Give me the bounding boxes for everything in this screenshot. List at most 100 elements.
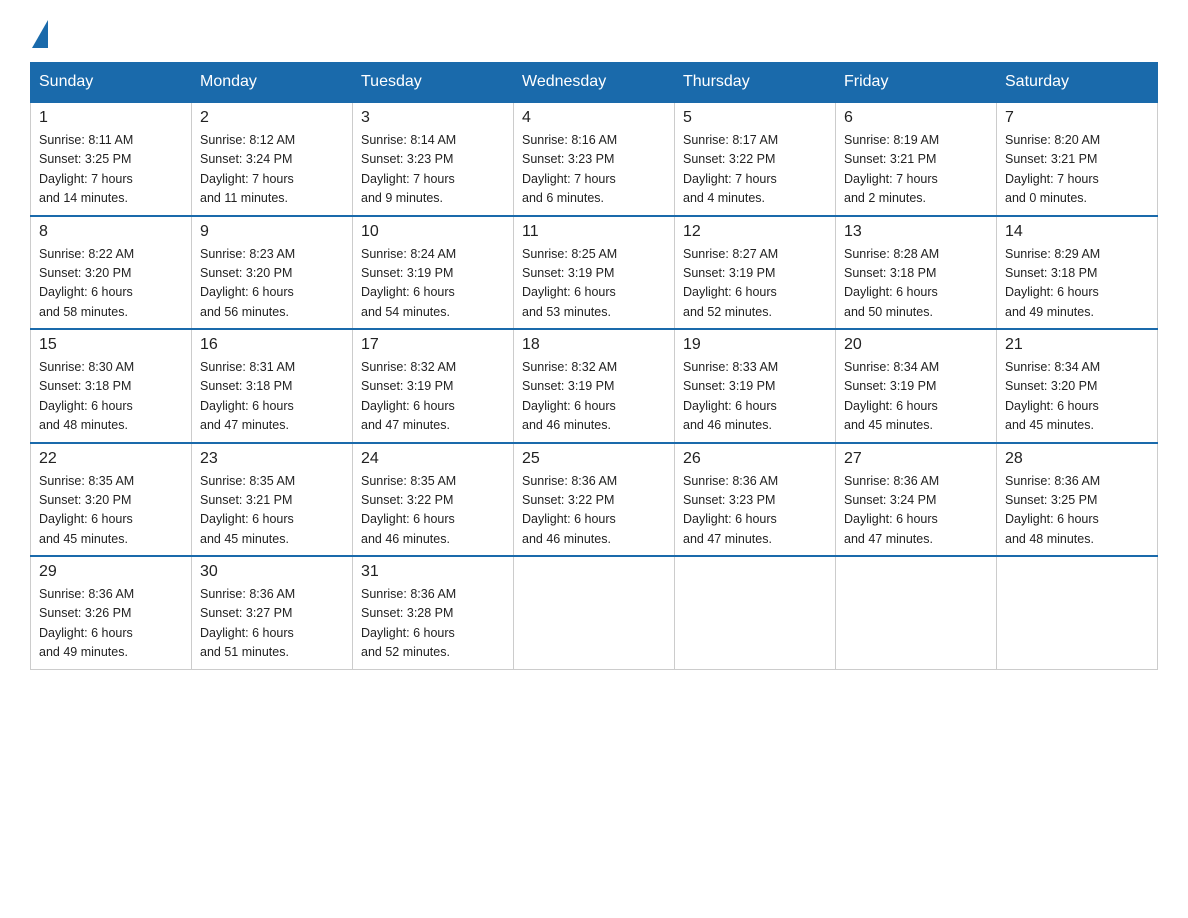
day-number: 3 bbox=[361, 109, 505, 127]
calendar-week-row: 1 Sunrise: 8:11 AMSunset: 3:25 PMDaylight… bbox=[31, 102, 1158, 216]
column-header-sunday: Sunday bbox=[31, 63, 192, 103]
column-header-monday: Monday bbox=[192, 63, 353, 103]
day-number: 26 bbox=[683, 450, 827, 468]
calendar-week-row: 15 Sunrise: 8:30 AMSunset: 3:18 PMDayligh… bbox=[31, 329, 1158, 443]
day-number: 5 bbox=[683, 109, 827, 127]
day-info: Sunrise: 8:36 AMSunset: 3:23 PMDaylight:… bbox=[683, 472, 827, 550]
logo bbox=[30, 20, 48, 44]
calendar-cell: 8Sunrise: 8:22 AMSunset: 3:20 PMDaylight… bbox=[31, 216, 192, 330]
calendar-cell: 19 Sunrise: 8:33 AMSunset: 3:19 PMDayligh… bbox=[675, 329, 836, 443]
calendar-cell: 23 Sunrise: 8:35 AMSunset: 3:21 PMDayligh… bbox=[192, 443, 353, 557]
day-number: 25 bbox=[522, 450, 666, 468]
day-number: 2 bbox=[200, 109, 344, 127]
day-info: Sunrise: 8:33 AMSunset: 3:19 PMDaylight:… bbox=[683, 358, 827, 436]
calendar-header-row: SundayMondayTuesdayWednesdayThursdayFrid… bbox=[31, 63, 1158, 103]
day-info: Sunrise: 8:11 AMSunset: 3:25 PMDaylight:… bbox=[39, 131, 183, 209]
day-info: Sunrise: 8:29 AMSunset: 3:18 PMDaylight:… bbox=[1005, 245, 1149, 323]
calendar-cell: 14 Sunrise: 8:29 AMSunset: 3:18 PMDayligh… bbox=[997, 216, 1158, 330]
day-info: Sunrise: 8:30 AMSunset: 3:18 PMDaylight:… bbox=[39, 358, 183, 436]
calendar-cell bbox=[514, 556, 675, 669]
day-info: Sunrise: 8:14 AMSunset: 3:23 PMDaylight:… bbox=[361, 131, 505, 209]
calendar-cell: 11 Sunrise: 8:25 AMSunset: 3:19 PMDayligh… bbox=[514, 216, 675, 330]
day-info: Sunrise: 8:34 AMSunset: 3:20 PMDaylight:… bbox=[1005, 358, 1149, 436]
calendar-cell: 15 Sunrise: 8:30 AMSunset: 3:18 PMDayligh… bbox=[31, 329, 192, 443]
day-number: 12 bbox=[683, 223, 827, 241]
day-number: 19 bbox=[683, 336, 827, 354]
day-info: Sunrise: 8:36 AMSunset: 3:22 PMDaylight:… bbox=[522, 472, 666, 550]
column-header-wednesday: Wednesday bbox=[514, 63, 675, 103]
day-info: Sunrise: 8:36 AMSunset: 3:27 PMDaylight:… bbox=[200, 585, 344, 663]
day-info: Sunrise: 8:31 AMSunset: 3:18 PMDaylight:… bbox=[200, 358, 344, 436]
day-info: Sunrise: 8:12 AMSunset: 3:24 PMDaylight:… bbox=[200, 131, 344, 209]
day-number: 24 bbox=[361, 450, 505, 468]
calendar-cell: 10 Sunrise: 8:24 AMSunset: 3:19 PMDayligh… bbox=[353, 216, 514, 330]
day-number: 11 bbox=[522, 223, 666, 241]
calendar-cell: 4Sunrise: 8:16 AMSunset: 3:23 PMDaylight… bbox=[514, 102, 675, 216]
calendar-cell: 20Sunrise: 8:34 AMSunset: 3:19 PMDayligh… bbox=[836, 329, 997, 443]
calendar-cell: 25 Sunrise: 8:36 AMSunset: 3:22 PMDayligh… bbox=[514, 443, 675, 557]
calendar-cell: 17 Sunrise: 8:32 AMSunset: 3:19 PMDayligh… bbox=[353, 329, 514, 443]
calendar-week-row: 22Sunrise: 8:35 AMSunset: 3:20 PMDayligh… bbox=[31, 443, 1158, 557]
calendar-cell: 7 Sunrise: 8:20 AMSunset: 3:21 PMDaylight… bbox=[997, 102, 1158, 216]
day-number: 22 bbox=[39, 450, 183, 468]
calendar-cell: 1 Sunrise: 8:11 AMSunset: 3:25 PMDaylight… bbox=[31, 102, 192, 216]
day-number: 29 bbox=[39, 563, 183, 581]
day-info: Sunrise: 8:19 AMSunset: 3:21 PMDaylight:… bbox=[844, 131, 988, 209]
calendar-cell: 9Sunrise: 8:23 AMSunset: 3:20 PMDaylight… bbox=[192, 216, 353, 330]
column-header-saturday: Saturday bbox=[997, 63, 1158, 103]
calendar-cell: 31 Sunrise: 8:36 AMSunset: 3:28 PMDayligh… bbox=[353, 556, 514, 669]
day-number: 7 bbox=[1005, 109, 1149, 127]
calendar-cell: 12 Sunrise: 8:27 AMSunset: 3:19 PMDayligh… bbox=[675, 216, 836, 330]
day-number: 17 bbox=[361, 336, 505, 354]
calendar-cell: 26 Sunrise: 8:36 AMSunset: 3:23 PMDayligh… bbox=[675, 443, 836, 557]
day-info: Sunrise: 8:36 AMSunset: 3:24 PMDaylight:… bbox=[844, 472, 988, 550]
day-info: Sunrise: 8:16 AMSunset: 3:23 PMDaylight:… bbox=[522, 131, 666, 209]
day-info: Sunrise: 8:35 AMSunset: 3:22 PMDaylight:… bbox=[361, 472, 505, 550]
day-info: Sunrise: 8:25 AMSunset: 3:19 PMDaylight:… bbox=[522, 245, 666, 323]
calendar-week-row: 8Sunrise: 8:22 AMSunset: 3:20 PMDaylight… bbox=[31, 216, 1158, 330]
day-info: Sunrise: 8:34 AMSunset: 3:19 PMDaylight:… bbox=[844, 358, 988, 436]
day-number: 21 bbox=[1005, 336, 1149, 354]
calendar-cell: 2 Sunrise: 8:12 AMSunset: 3:24 PMDaylight… bbox=[192, 102, 353, 216]
calendar-cell: 28 Sunrise: 8:36 AMSunset: 3:25 PMDayligh… bbox=[997, 443, 1158, 557]
calendar-cell: 22Sunrise: 8:35 AMSunset: 3:20 PMDayligh… bbox=[31, 443, 192, 557]
column-header-thursday: Thursday bbox=[675, 63, 836, 103]
calendar-cell: 30Sunrise: 8:36 AMSunset: 3:27 PMDayligh… bbox=[192, 556, 353, 669]
day-number: 28 bbox=[1005, 450, 1149, 468]
calendar-cell: 21 Sunrise: 8:34 AMSunset: 3:20 PMDayligh… bbox=[997, 329, 1158, 443]
day-number: 6 bbox=[844, 109, 988, 127]
calendar-week-row: 29 Sunrise: 8:36 AMSunset: 3:26 PMDayligh… bbox=[31, 556, 1158, 669]
day-number: 14 bbox=[1005, 223, 1149, 241]
day-info: Sunrise: 8:35 AMSunset: 3:21 PMDaylight:… bbox=[200, 472, 344, 550]
header bbox=[30, 20, 1158, 44]
day-info: Sunrise: 8:23 AMSunset: 3:20 PMDaylight:… bbox=[200, 245, 344, 323]
day-number: 31 bbox=[361, 563, 505, 581]
day-info: Sunrise: 8:36 AMSunset: 3:25 PMDaylight:… bbox=[1005, 472, 1149, 550]
day-number: 1 bbox=[39, 109, 183, 127]
calendar-table: SundayMondayTuesdayWednesdayThursdayFrid… bbox=[30, 62, 1158, 670]
day-number: 8 bbox=[39, 223, 183, 241]
day-number: 15 bbox=[39, 336, 183, 354]
calendar-cell: 27 Sunrise: 8:36 AMSunset: 3:24 PMDayligh… bbox=[836, 443, 997, 557]
day-info: Sunrise: 8:24 AMSunset: 3:19 PMDaylight:… bbox=[361, 245, 505, 323]
column-header-tuesday: Tuesday bbox=[353, 63, 514, 103]
calendar-cell: 16 Sunrise: 8:31 AMSunset: 3:18 PMDayligh… bbox=[192, 329, 353, 443]
day-info: Sunrise: 8:32 AMSunset: 3:19 PMDaylight:… bbox=[522, 358, 666, 436]
calendar-cell: 5Sunrise: 8:17 AMSunset: 3:22 PMDaylight… bbox=[675, 102, 836, 216]
calendar-cell: 29 Sunrise: 8:36 AMSunset: 3:26 PMDayligh… bbox=[31, 556, 192, 669]
day-info: Sunrise: 8:36 AMSunset: 3:26 PMDaylight:… bbox=[39, 585, 183, 663]
day-number: 10 bbox=[361, 223, 505, 241]
day-number: 23 bbox=[200, 450, 344, 468]
day-info: Sunrise: 8:28 AMSunset: 3:18 PMDaylight:… bbox=[844, 245, 988, 323]
day-info: Sunrise: 8:20 AMSunset: 3:21 PMDaylight:… bbox=[1005, 131, 1149, 209]
day-info: Sunrise: 8:27 AMSunset: 3:19 PMDaylight:… bbox=[683, 245, 827, 323]
column-header-friday: Friday bbox=[836, 63, 997, 103]
day-info: Sunrise: 8:36 AMSunset: 3:28 PMDaylight:… bbox=[361, 585, 505, 663]
calendar-cell: 6 Sunrise: 8:19 AMSunset: 3:21 PMDaylight… bbox=[836, 102, 997, 216]
day-number: 27 bbox=[844, 450, 988, 468]
calendar-cell bbox=[836, 556, 997, 669]
day-number: 16 bbox=[200, 336, 344, 354]
day-info: Sunrise: 8:32 AMSunset: 3:19 PMDaylight:… bbox=[361, 358, 505, 436]
day-number: 18 bbox=[522, 336, 666, 354]
calendar-cell: 3 Sunrise: 8:14 AMSunset: 3:23 PMDaylight… bbox=[353, 102, 514, 216]
